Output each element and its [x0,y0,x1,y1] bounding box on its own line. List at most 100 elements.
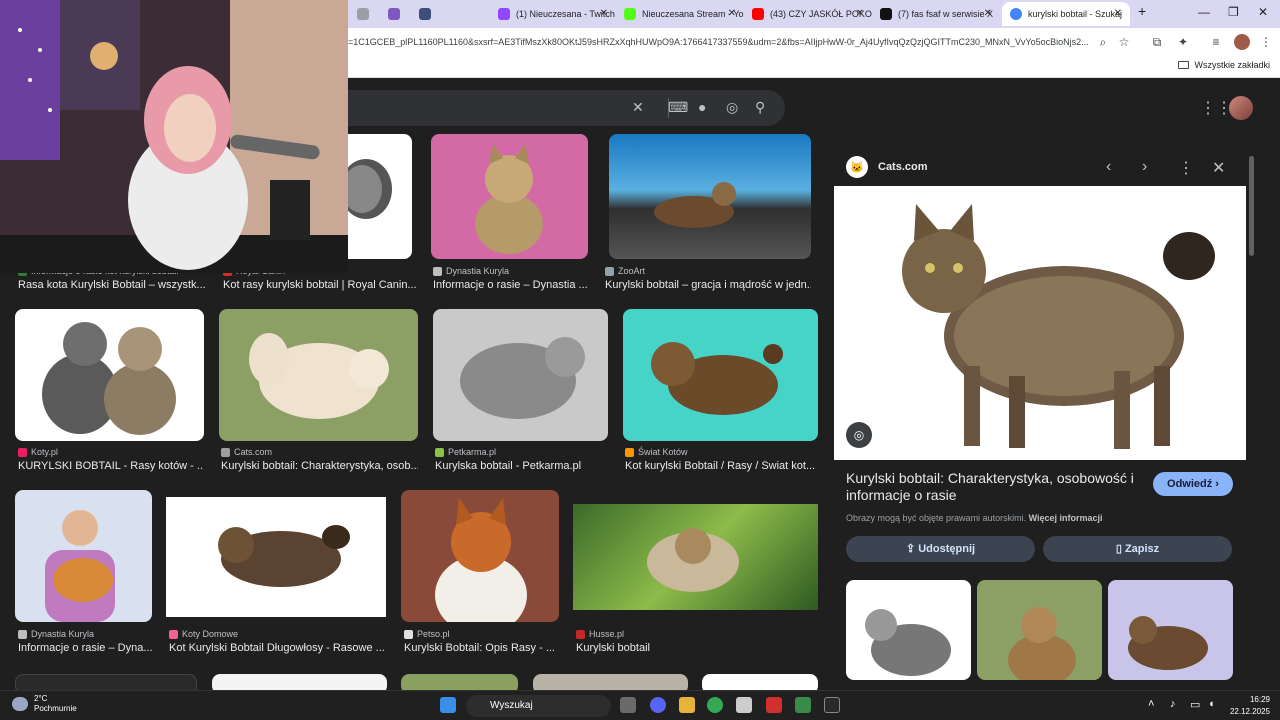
user-avatar[interactable] [1229,96,1253,120]
network-icon[interactable]: ▭ [1190,698,1200,711]
discord-icon[interactable] [650,697,666,713]
mic-tray-icon[interactable]: ♪ [1170,698,1176,710]
profile-avatar[interactable] [1234,34,1250,50]
share-button[interactable]: ⇪ Udostępnij [846,536,1035,562]
search-icon[interactable]: ⚲ [755,99,765,116]
result-image[interactable] [433,309,608,441]
close-icon[interactable]: ✕ [600,8,608,19]
note-text: Obrazy mogą być objęte prawami autorskim… [846,513,1027,523]
next-icon[interactable]: › [1142,158,1147,176]
result-title[interactable]: Kot kurylski Bobtail / Rasy / Świat kot.… [625,460,818,472]
tab-pinned[interactable] [411,2,439,26]
all-bookmarks[interactable]: Wszystkie zakładki [1178,60,1270,70]
result-image[interactable] [15,674,197,690]
close-window-icon[interactable]: ✕ [1258,5,1268,19]
taskbar-search[interactable]: Wyszukaj [466,695,611,717]
search-input[interactable]: ✕ ⌨ ● ◎ ⚲ [330,90,785,126]
volume-icon[interactable]: ◖ [1208,698,1215,710]
result-title[interactable]: KURYLSKI BOBTAIL - Rasy kotów - ... [18,460,204,472]
result-title[interactable]: Kurylski bobtail: Charakterystyka, osob.… [221,460,418,472]
app-icon[interactable] [795,697,811,713]
task-view-icon[interactable] [620,697,636,713]
weather-condition: Pochmurnie [34,704,77,713]
address-bar[interactable]: =1C1GCEB_plPL1160PL1160&sxsrf=AE3TifMszX… [348,32,1092,52]
apps-grid-icon[interactable]: ⋮⋮ [1200,98,1232,118]
result-image[interactable] [702,674,818,690]
tab-google-search[interactable]: kurylski bobtail - Szukaj ✕ [1002,2,1130,26]
keyboard-icon[interactable]: ⌨ [668,99,688,116]
result-image[interactable] [573,504,818,610]
clear-icon[interactable]: ✕ [632,99,644,116]
app-icon[interactable] [736,697,752,713]
result-title[interactable]: Informacje o rasie – Dynastia ... [433,279,588,291]
result-title[interactable]: Kot rasy kurylski bobtail | Royal Canin.… [223,279,418,291]
bookmark-star-icon[interactable]: ☆ [1116,34,1132,50]
result-image[interactable] [219,309,418,441]
prev-icon[interactable]: ‹ [1106,158,1111,176]
zoom-icon[interactable]: ⌕ [1095,34,1111,50]
weather-widget[interactable]: 2°C Pochmurnie [12,694,77,714]
file-explorer-icon[interactable] [679,697,695,713]
close-panel-icon[interactable]: ✕ [1212,158,1225,178]
result-title[interactable]: Kurylski bobtail – gracja i mądrość w je… [605,279,811,291]
menu-icon[interactable]: ⋮ [1258,34,1274,50]
mic-icon[interactable]: ● [698,99,706,115]
result-image[interactable] [15,490,152,622]
tab-pinned[interactable] [349,2,377,26]
close-icon[interactable]: ✕ [856,8,864,19]
visit-button[interactable]: Odwiedź › [1153,472,1233,496]
result-source: Dynastia Kuryla [18,629,94,639]
panel-source[interactable]: 🐱 Cats.com [846,156,928,178]
result-title[interactable]: Kurylska bobtail - Petkarma.pl [435,460,608,472]
extension-icon[interactable]: ⧉ [1149,34,1165,50]
obs-icon[interactable] [824,697,840,713]
close-icon[interactable]: ✕ [1114,8,1122,19]
more-info-link[interactable]: Więcej informacji [1029,513,1103,523]
related-image[interactable] [846,580,971,680]
result-title[interactable]: Rasa kota Kurylski Bobtail – wszystk... [18,279,208,291]
result-title[interactable]: Kurylski bobtail [576,642,818,654]
tab-youtube-video[interactable]: (43) CZY JASKÓŁ POKO... ✕ [744,2,872,26]
more-icon[interactable]: ⋮ [1178,158,1194,178]
result-image[interactable] [401,490,559,622]
close-icon[interactable]: ✕ [728,8,736,19]
minimize-icon[interactable]: — [1198,5,1210,19]
new-tab-button[interactable]: + [1138,3,1146,19]
preview-image[interactable]: ◎ [834,186,1246,460]
puzzle-icon[interactable]: ✦ [1175,34,1191,50]
tab-pinned[interactable] [380,2,408,26]
result-title[interactable]: Kurylski Bobtail: Opis Rasy - ... [404,642,559,654]
lens-search-icon[interactable]: ◎ [846,422,872,448]
bookmark-icon: ▯ [1115,543,1125,555]
app-icon[interactable] [766,697,782,713]
chevron-up-icon[interactable]: ˄ [1148,698,1154,710]
time: 16:29 [1249,695,1270,704]
panel-title[interactable]: Kurylski bobtail: Charakterystyka, osobo… [846,470,1146,504]
media-icon[interactable]: ≡ [1208,34,1224,50]
clock[interactable]: 16:29 22.12.2025 [1224,694,1270,718]
cat-image [218,525,350,587]
tab-youtube-stream[interactable]: Nieuczesana Stream - YouTube ✕ [616,2,744,26]
related-image[interactable] [977,580,1102,680]
result-image[interactable] [609,134,811,259]
result-image[interactable] [623,309,818,441]
result-title[interactable]: Informacje o rasie – Dyna... [18,642,152,654]
result-image[interactable] [401,674,518,690]
panel-scrollbar[interactable] [1249,156,1254,256]
result-image[interactable] [431,134,588,259]
save-button[interactable]: ▯ Zapisz [1043,536,1232,562]
close-icon[interactable]: ✕ [984,8,992,19]
result-title[interactable]: Kot Kurylski Bobtail Długowłosy - Rasowe… [169,642,386,654]
tab-twitch[interactable]: (1) Nieuczesana - Twitch ✕ [490,2,616,26]
tab-x[interactable]: (7) fas fsaf w serwisie X ✕ [872,2,1000,26]
related-image[interactable] [1108,580,1233,680]
chrome-icon[interactable] [707,697,723,713]
lens-icon[interactable]: ◎ [726,99,738,116]
maximize-icon[interactable]: ❐ [1228,5,1239,19]
result-image[interactable] [166,497,386,617]
result-source: Cats.com [221,447,272,457]
result-image[interactable] [15,309,204,441]
result-image[interactable] [533,674,688,690]
result-image[interactable] [212,674,387,690]
start-icon[interactable] [440,697,456,713]
